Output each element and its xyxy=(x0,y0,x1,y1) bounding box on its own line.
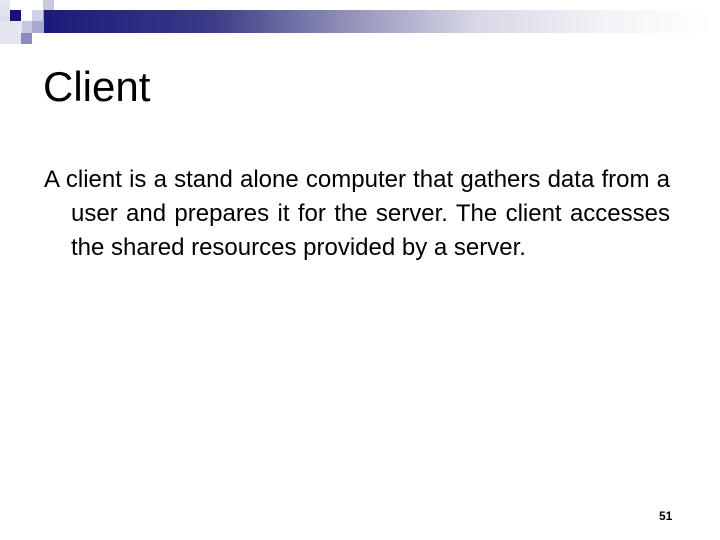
square-decoration xyxy=(32,21,44,33)
slide-body: A client is a stand alone computer that … xyxy=(44,163,670,265)
square-decoration xyxy=(32,10,43,21)
slide-title: Client xyxy=(43,63,151,110)
square-decoration xyxy=(0,21,22,44)
page-number: 51 xyxy=(659,509,673,523)
square-decoration xyxy=(21,33,32,44)
square-decoration xyxy=(10,10,21,21)
square-decoration xyxy=(43,0,54,10)
header-bar xyxy=(44,10,712,33)
body-paragraph: A client is a stand alone computer that … xyxy=(44,166,670,261)
